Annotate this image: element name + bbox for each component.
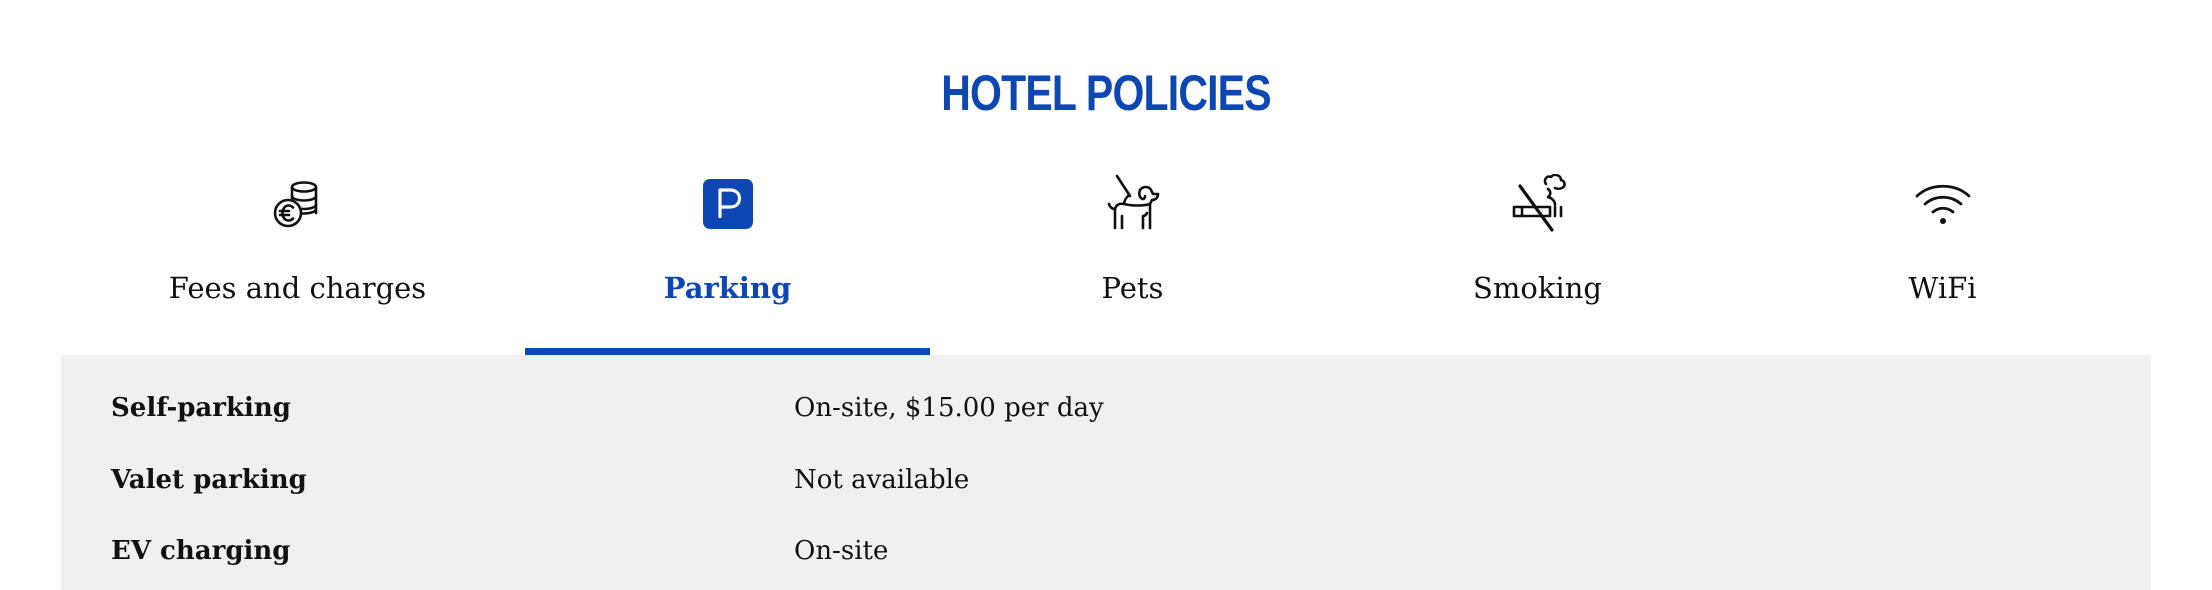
tab-wifi[interactable]: WiFi bbox=[1740, 160, 2145, 355]
wifi-icon bbox=[1913, 174, 1973, 234]
parking-policy-panel: Self-parking On-site, $15.00 per day Val… bbox=[61, 355, 2151, 590]
tab-parking[interactable]: Parking bbox=[525, 160, 930, 355]
policy-name: Valet parking bbox=[111, 465, 307, 495]
policy-row: Valet parking Not available bbox=[61, 455, 2151, 505]
active-tab-indicator bbox=[525, 348, 930, 355]
tab-fees-and-charges[interactable]: Fees and charges bbox=[95, 160, 500, 355]
dog-leash-icon bbox=[1103, 174, 1163, 234]
tab-label: WiFi bbox=[1908, 271, 1977, 305]
policy-value: On-site bbox=[794, 536, 889, 566]
tab-pets[interactable]: Pets bbox=[930, 160, 1335, 355]
policy-tabs: Fees and charges Parking Pets Smoking Wi… bbox=[0, 160, 2212, 355]
page-title: HOTEL POLICIES bbox=[941, 65, 1271, 121]
tab-label: Parking bbox=[663, 271, 792, 305]
policy-value: Not available bbox=[794, 465, 970, 495]
policy-row: Self-parking On-site, $15.00 per day bbox=[61, 383, 2151, 433]
policy-row: EV charging On-site bbox=[61, 526, 2151, 576]
tab-label: Fees and charges bbox=[168, 271, 427, 305]
no-smoking-icon bbox=[1508, 174, 1568, 234]
parking-icon bbox=[698, 174, 758, 234]
tab-label: Smoking bbox=[1473, 271, 1602, 305]
policy-value: On-site, $15.00 per day bbox=[794, 393, 1104, 423]
policy-name: Self-parking bbox=[111, 393, 291, 423]
policy-name: EV charging bbox=[111, 536, 291, 566]
coins-euro-icon bbox=[268, 174, 328, 234]
tab-smoking[interactable]: Smoking bbox=[1335, 160, 1740, 355]
tab-label: Pets bbox=[1101, 271, 1164, 305]
